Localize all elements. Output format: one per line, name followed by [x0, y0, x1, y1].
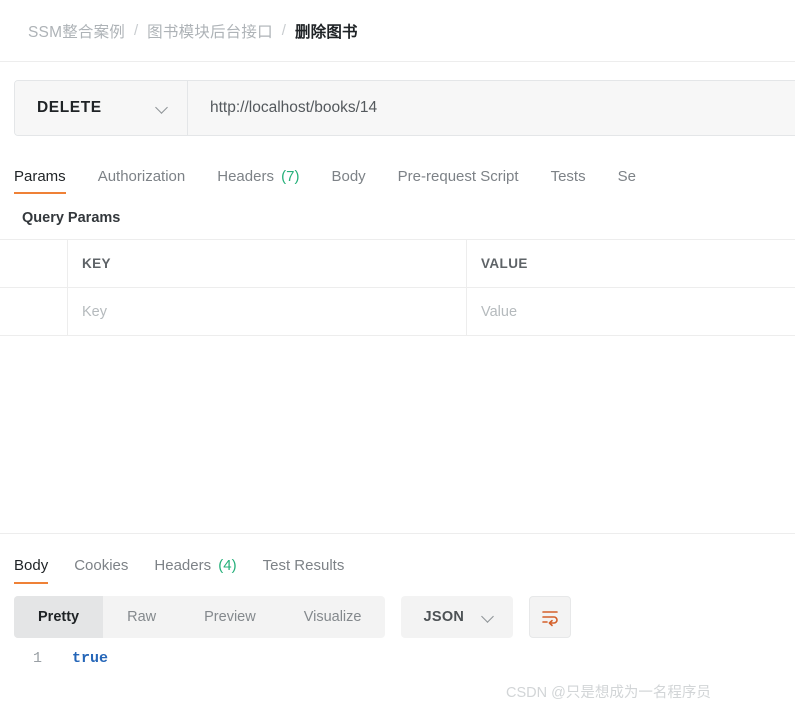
row-checkbox-cell[interactable] — [0, 288, 68, 335]
row-key-placeholder: Key — [82, 303, 107, 320]
request-response-splitter[interactable] — [0, 336, 795, 534]
breadcrumb: SSM整合案例 / 图书模块后台接口 / 删除图书 — [0, 0, 795, 62]
row-key-input[interactable]: Key — [68, 288, 467, 335]
tab-params-label: Params — [14, 168, 66, 185]
breadcrumb-separator: / — [281, 22, 286, 39]
tab-headers[interactable]: Headers (7) — [217, 168, 299, 194]
header-value-label: VALUE — [481, 256, 528, 271]
response-body-code[interactable]: 1 true — [0, 650, 795, 667]
tab-headers-label: Headers — [217, 168, 274, 185]
view-mode-raw[interactable]: Raw — [103, 596, 180, 638]
header-value-cell: VALUE — [467, 240, 795, 287]
code-line-text: true — [72, 650, 109, 667]
view-mode-preview[interactable]: Preview — [180, 596, 280, 638]
tab-authorization[interactable]: Authorization — [98, 168, 186, 194]
tab-authorization-label: Authorization — [97, 168, 186, 185]
tab-settings-label: Se — [617, 168, 636, 185]
request-url-bar: DELETE http://localhost/books/14 — [14, 80, 795, 136]
header-key-cell: KEY — [68, 240, 467, 287]
response-tab-headers-count: (4) — [218, 557, 237, 574]
header-checkbox-cell — [0, 240, 68, 287]
table-row: Key Value — [0, 288, 795, 335]
header-key-label: KEY — [82, 256, 111, 271]
response-language-label: JSON — [423, 609, 465, 625]
tab-settings[interactable]: Se — [618, 168, 636, 194]
chevron-down-icon — [482, 611, 495, 624]
tab-headers-count: (7) — [281, 168, 300, 185]
row-value-input[interactable]: Value — [467, 288, 795, 335]
line-number: 1 — [32, 650, 42, 667]
response-view-mode-group: Pretty Raw Preview Visualize — [14, 596, 386, 638]
word-wrap-button[interactable] — [529, 596, 572, 638]
response-tab-headers-label: Headers — [154, 557, 212, 574]
tab-params[interactable]: Params — [14, 168, 66, 194]
breadcrumb-separator: / — [134, 22, 139, 39]
breadcrumb-item-request: 删除图书 — [294, 23, 358, 41]
tab-tests-label: Tests — [550, 168, 586, 185]
response-tab-cookies-label: Cookies — [74, 557, 129, 574]
response-language-dropdown[interactable]: JSON — [401, 596, 514, 638]
response-tab-body-label: Body — [14, 557, 49, 574]
response-format-toolbar: Pretty Raw Preview Visualize JSON — [14, 596, 795, 638]
chevron-down-icon — [156, 102, 169, 115]
breadcrumb-item-folder[interactable]: 图书模块后台接口 — [147, 20, 273, 42]
row-value-placeholder: Value — [481, 303, 518, 320]
csdn-watermark: CSDN @只是想成为一名程序员 — [506, 685, 711, 701]
tab-body[interactable]: Body — [331, 168, 365, 194]
http-method-label: DELETE — [37, 99, 102, 116]
query-params-title: Query Params — [22, 210, 121, 226]
http-method-dropdown[interactable]: DELETE — [15, 81, 188, 135]
breadcrumb-item-collection[interactable]: SSM整合案例 — [28, 20, 125, 42]
view-mode-visualize[interactable]: Visualize — [280, 596, 386, 638]
request-tabs: Params Authorization Headers (7) Body Pr… — [0, 156, 795, 194]
tab-pre-request-script[interactable]: Pre-request Script — [398, 168, 519, 194]
response-tabs: Body Cookies Headers (4) Test Results — [0, 534, 795, 584]
word-wrap-icon — [542, 611, 558, 627]
tab-body-label: Body — [331, 168, 366, 185]
tab-tests[interactable]: Tests — [551, 168, 586, 194]
response-tab-test-results[interactable]: Test Results — [263, 557, 345, 584]
query-params-table: KEY VALUE Key Value — [0, 239, 795, 336]
response-tab-test-results-label: Test Results — [262, 557, 345, 574]
response-tab-cookies[interactable]: Cookies — [74, 557, 128, 584]
view-mode-pretty[interactable]: Pretty — [14, 596, 104, 638]
response-tab-headers[interactable]: Headers (4) — [154, 557, 236, 584]
url-input[interactable]: http://localhost/books/14 — [188, 81, 795, 135]
response-tab-body[interactable]: Body — [14, 557, 49, 584]
table-header-row: KEY VALUE — [0, 240, 795, 288]
tab-pre-request-script-label: Pre-request Script — [397, 168, 519, 185]
